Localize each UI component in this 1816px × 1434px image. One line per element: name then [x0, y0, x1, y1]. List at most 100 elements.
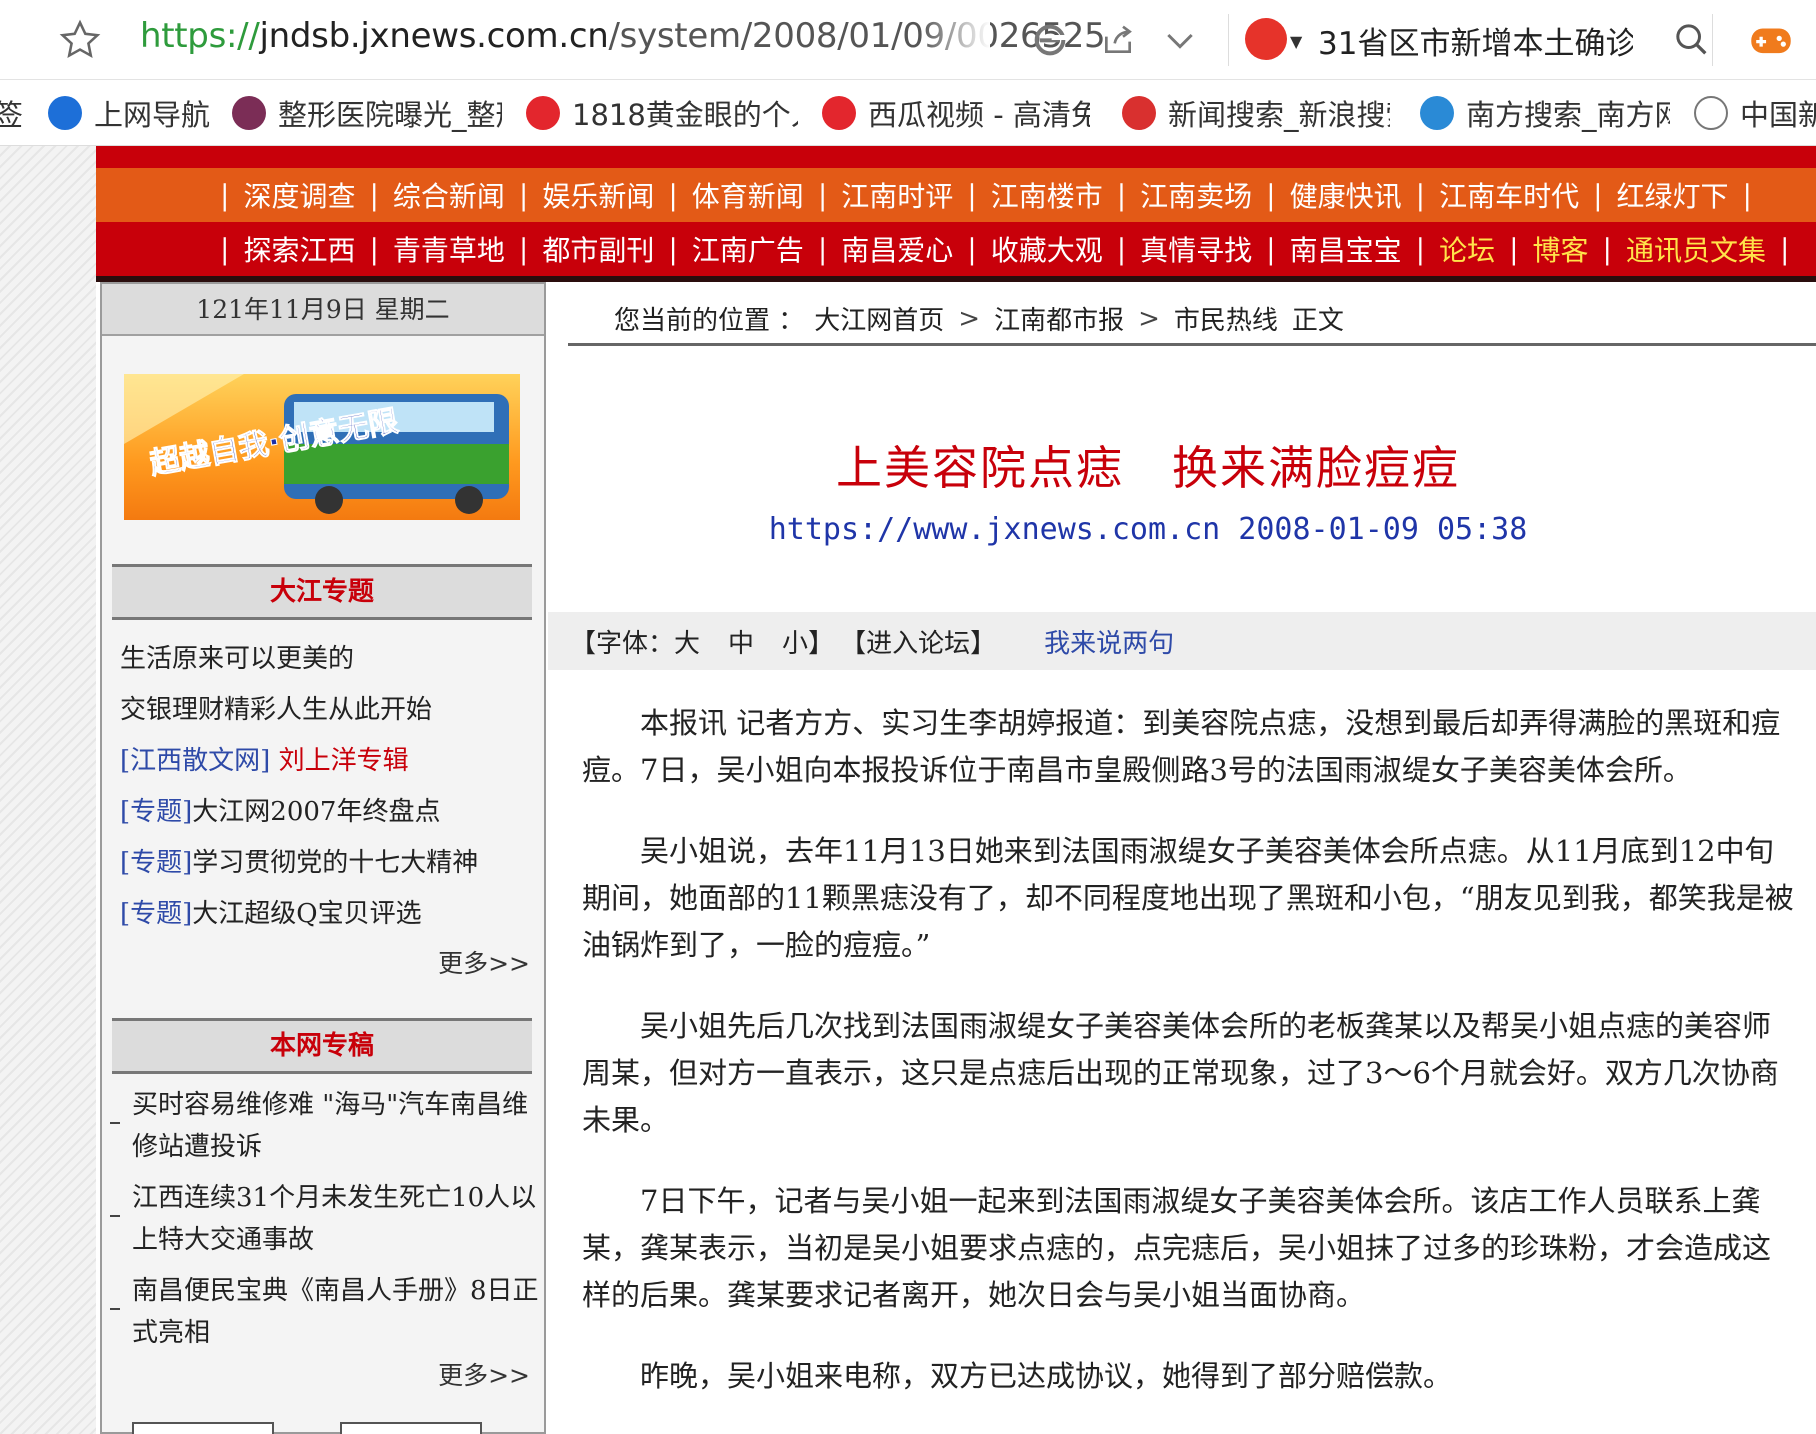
nav-row-1: | 深度调查 | 综合新闻 | 娱乐新闻 | 体育新闻 | 江南时评 | 江南楼市 | 江南卖场 | 健康快讯… — [96, 168, 1816, 222]
original-article-link[interactable]: 南昌便民宝典《南昌人手册》8日正式亮相 — [110, 1270, 540, 1354]
nav-row-1-item[interactable]: 江南卖场 — [1140, 175, 1252, 215]
bookmark-label: 南方搜索_南方网 — [1466, 98, 1670, 132]
bookmark-3[interactable]: 1818黄金眼的个人 — [526, 92, 798, 134]
topic-text: 刘上洋专辑 — [278, 746, 409, 776]
nav-row-1-item[interactable]: 江南楼市 — [991, 175, 1103, 215]
breadcrumb-current: 正文 — [1291, 306, 1344, 336]
breadcrumb-home[interactable]: 大江网首页 — [814, 300, 944, 337]
bookmark-7[interactable]: 中国新 — [1694, 92, 1816, 134]
bookmark-2[interactable]: 整形医院曝光_整形 — [232, 92, 502, 134]
url-host: jndsb.jxnews.com.cn — [259, 16, 609, 56]
nav-row-1-item[interactable]: 江南时评 — [841, 175, 953, 215]
topics-more-link[interactable]: 更多>> — [438, 944, 530, 980]
share-icon[interactable] — [1098, 20, 1138, 60]
ie-compat-icon[interactable] — [1030, 20, 1070, 60]
promo-banner[interactable]: 超越自我·创意无限 — [124, 374, 520, 520]
nav-separator: | — [518, 178, 529, 212]
topic-text: 大江网2007年终盘点 — [192, 797, 441, 827]
nav-row-2-item[interactable]: 真情寻找 — [1140, 229, 1252, 269]
nav-row-1-item[interactable]: 江南车时代 — [1439, 175, 1579, 215]
nav-row-2-item[interactable]: 南昌爱心 — [841, 229, 953, 269]
breadcrumb-prefix: 您当前的位置 ： — [614, 306, 805, 336]
topic-link[interactable]: 交银理财精彩人生从此开始 — [120, 689, 432, 726]
nav-row-clipped — [96, 146, 1816, 168]
topic-link[interactable]: [专题]大江超级Q宝贝评选 — [120, 893, 422, 930]
bookmark-label: 整形医院曝光_整形 — [278, 98, 502, 132]
original-article-title: 南昌便民宝典《南昌人手册》8日正式亮相 — [132, 1276, 539, 1348]
nav-row-2-item[interactable]: 收藏大观 — [991, 229, 1103, 269]
topic-link[interactable]: 生活原来可以更美的 — [120, 638, 354, 675]
bus-image — [284, 394, 509, 514]
nav-separator: | — [1116, 232, 1127, 266]
nav-row-1-item[interactable]: 娱乐新闻 — [542, 175, 654, 215]
bookmark-4[interactable]: 西瓜视频 - 高清免 — [822, 92, 1090, 134]
game-controller-icon[interactable] — [1748, 20, 1794, 60]
nav-separator: | — [1509, 232, 1519, 266]
article-title: 上美容院点痣 换来满脸痘痘 — [836, 441, 1460, 495]
nav-row-2-item[interactable]: 都市副刊 — [542, 229, 654, 269]
nav-row-1-item[interactable]: 综合新闻 — [393, 175, 505, 215]
nav-separator: | — [967, 178, 977, 212]
search-engine-caret[interactable]: ▼ — [1290, 32, 1302, 51]
site-container: | 深度调查 | 综合新闻 | 娱乐新闻 | 体育新闻 | 江南时评 | 江南楼市 | 江南卖场 | 健康快讯… — [96, 146, 1816, 1434]
nav-row-1-item[interactable]: 红绿灯下 — [1617, 175, 1729, 215]
sogou-search-icon[interactable] — [1245, 18, 1287, 60]
bookmark-label: 签 — [0, 92, 23, 134]
bookmark-5[interactable]: 新闻搜索_新浪搜索 — [1122, 92, 1390, 134]
font-large-button[interactable]: 大 — [674, 623, 700, 660]
topic-tag: [专题] — [120, 899, 193, 929]
nav-row-2-item[interactable]: 通讯员文集 — [1626, 229, 1766, 269]
bookmark-1[interactable]: 上网导航 — [48, 92, 218, 134]
font-medium-button[interactable]: 中 — [728, 623, 754, 660]
topic-link[interactable]: [专题]学习贯彻党的十七大精神 — [120, 842, 478, 879]
original-article-link[interactable]: 买时容易维修难 "海马"汽车南昌维修站遭投诉 — [110, 1084, 540, 1168]
sidebar-button[interactable] — [340, 1422, 482, 1434]
bookmark-label: 1818黄金眼的个人 — [572, 98, 798, 132]
weibo-icon — [1122, 96, 1156, 130]
url-fade — [920, 8, 990, 68]
search-icon[interactable] — [1672, 20, 1712, 60]
bookmark-0[interactable]: 签 — [0, 92, 23, 134]
bookmark-label: 西瓜视频 - 高清免 — [868, 98, 1090, 132]
original-more-link[interactable]: 更多>> — [438, 1356, 530, 1392]
bookmark-6[interactable]: 南方搜索_南方网 — [1420, 92, 1670, 134]
video-play-icon — [822, 96, 856, 130]
nav-separator: | — [369, 178, 379, 212]
topic-link[interactable]: [专题]大江网2007年终盘点 — [120, 791, 440, 828]
nav-separator: | — [1415, 232, 1426, 266]
topic-text: 大江超级Q宝贝评选 — [192, 899, 422, 929]
url-scheme: https:// — [140, 16, 260, 56]
nav-row-1-item[interactable]: 深度调查 — [243, 175, 355, 215]
hot-news-search-field[interactable]: 31省区市新增本土确诊43例 — [1318, 18, 1633, 63]
breadcrumb-column[interactable]: 市民热线 — [1174, 300, 1278, 337]
nav-row-2-item[interactable]: 博客 — [1533, 229, 1589, 269]
font-bracket-end: 】 — [808, 628, 835, 659]
nav-row-1-item[interactable]: 体育新闻 — [692, 175, 804, 215]
original-article-link[interactable]: 江西连续31个月未发生死亡10人以上特大交通事故 — [110, 1177, 540, 1261]
nav-separator: | — [1779, 232, 1790, 266]
nav-separator: | — [220, 178, 230, 212]
font-small-button[interactable]: 小 — [782, 623, 808, 660]
original-box-title: 本网专稿 — [112, 1018, 532, 1074]
comment-link[interactable]: 我来说两句 — [1044, 623, 1174, 660]
article-paragraph: 吴小姐先后几次找到法国雨淑缇女子美容美体会所的老板龚某以及帮吴小姐点痣的美容师周… — [582, 1009, 1779, 1137]
current-date: 121年11月9日 星期二 — [102, 284, 544, 336]
chevron-down-icon[interactable] — [1160, 20, 1200, 60]
nav-row-2-item[interactable]: 江南广告 — [692, 229, 804, 269]
nav-row-2-item[interactable]: 探索江西 — [243, 229, 355, 269]
forum-link[interactable]: 【进入论坛】 — [840, 623, 996, 660]
sidebar-button[interactable] — [132, 1422, 274, 1434]
nav-row-2-item[interactable]: 论坛 — [1439, 229, 1495, 269]
nav-row-1-item[interactable]: 健康快讯 — [1290, 175, 1402, 215]
breadcrumb-section[interactable]: 江南都市报 — [994, 300, 1124, 337]
nav-row-2-item[interactable]: 南昌宝宝 — [1290, 229, 1402, 269]
bookmark-label: 中国新 — [1740, 98, 1816, 132]
topic-link[interactable]: [江西散文网] 刘上洋专辑 — [120, 740, 409, 777]
bookmark-star-icon[interactable] — [58, 18, 102, 62]
browser-address-bar: https://jndsb.jxnews.com.cn/system/2008/… — [0, 0, 1816, 80]
nav-separator: | — [518, 232, 529, 266]
ie-icon — [48, 96, 82, 130]
bullet-dash — [110, 1308, 120, 1310]
nav-row-2-item[interactable]: 青青草地 — [393, 229, 505, 269]
article-body: 本报讯 记者方方、实习生李胡婷报道：到美容院点痣，没想到最后却弄得满脸的黑斑和痘… — [582, 700, 1796, 1434]
